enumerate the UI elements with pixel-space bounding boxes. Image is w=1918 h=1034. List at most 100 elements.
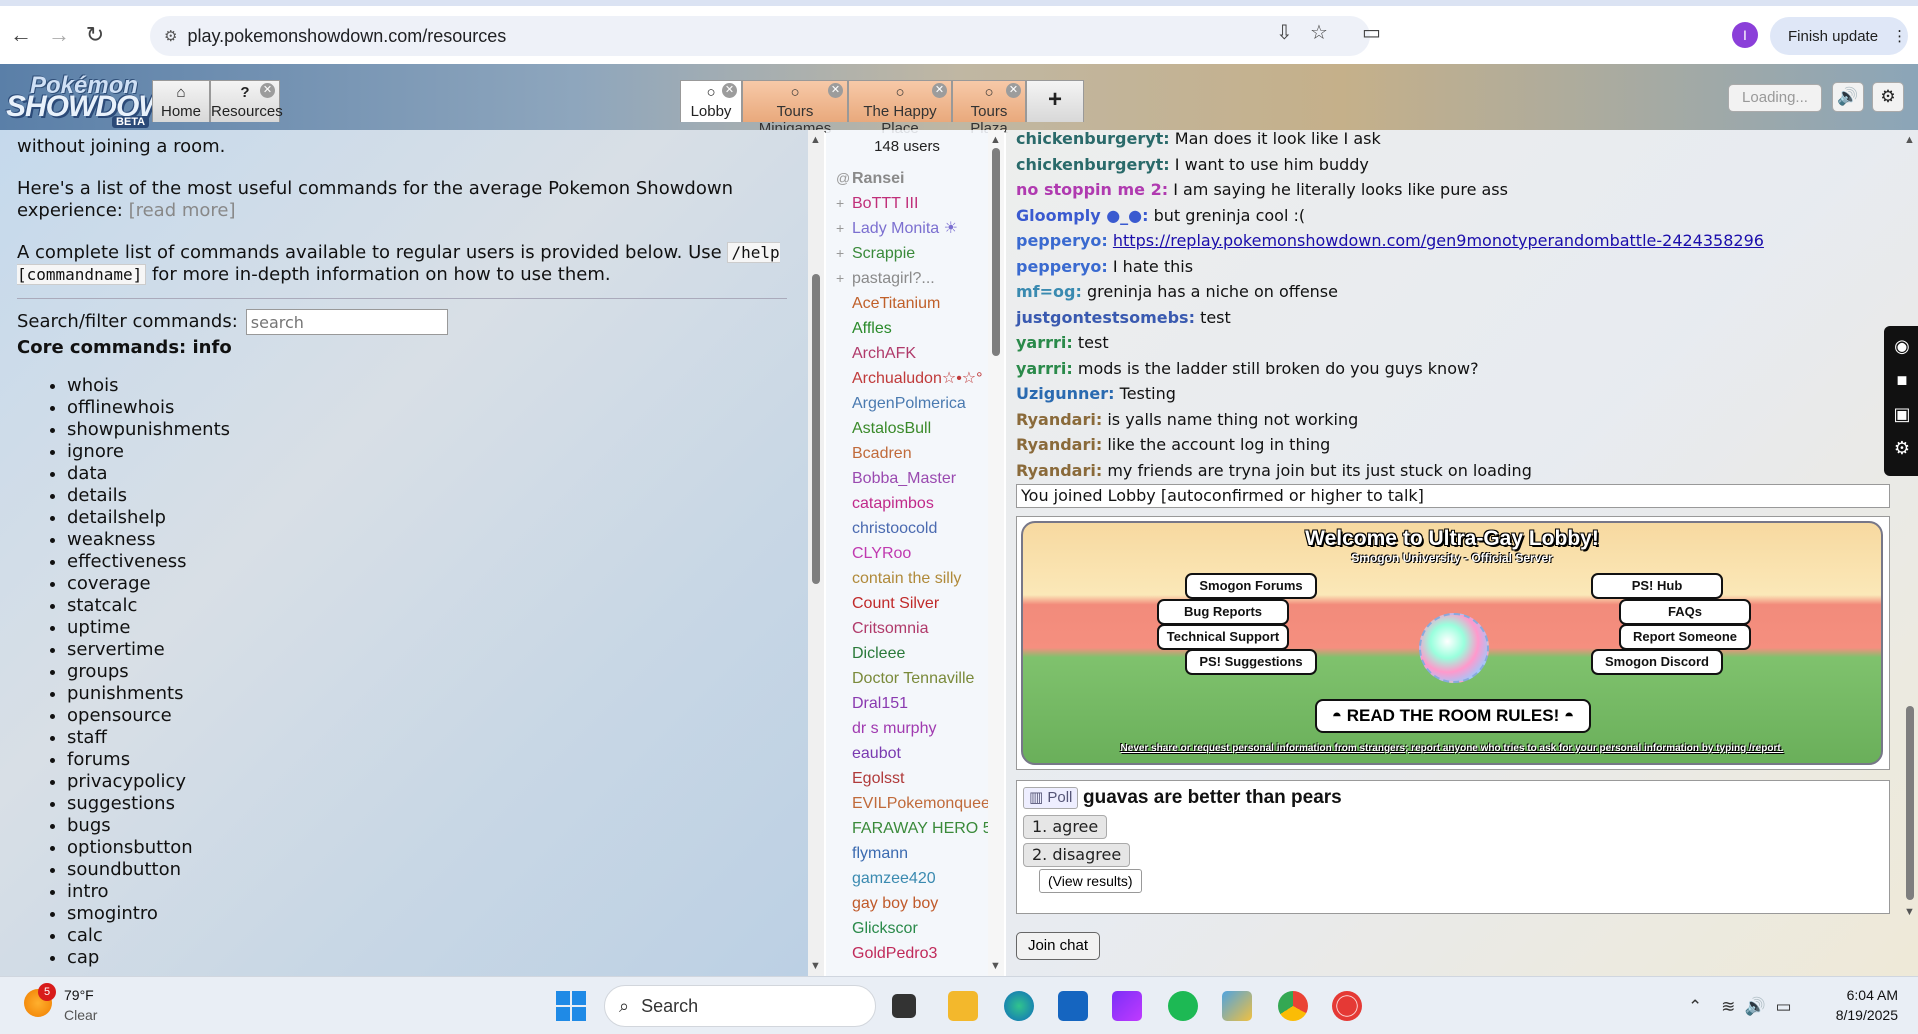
chat-username[interactable]: chickenburgeryt: (1016, 130, 1170, 148)
add-room-button[interactable]: + (1026, 80, 1084, 122)
smogon-discord-button[interactable]: Smogon Discord (1591, 649, 1723, 675)
list-item[interactable]: detailshelp (67, 507, 787, 529)
spotify-icon[interactable] (1168, 991, 1198, 1021)
user-list-item[interactable]: + pastagirl?... (836, 266, 988, 291)
list-item[interactable]: weakness (67, 529, 787, 551)
paint-icon[interactable] (1222, 991, 1252, 1021)
user-list-item[interactable]: dr s murphy (836, 716, 988, 741)
settings-gear-icon[interactable]: ⚙ (1890, 438, 1914, 459)
file-explorer-icon[interactable] (948, 991, 978, 1021)
ps-suggestions-button[interactable]: PS! Suggestions (1185, 649, 1317, 675)
list-item[interactable]: privacypolicy (67, 771, 787, 793)
room-rules-button[interactable]: ◓ READ THE ROOM RULES! ◓ (1315, 699, 1591, 733)
list-item[interactable]: groups (67, 661, 787, 683)
chat-username[interactable]: yarrri: (1016, 333, 1073, 352)
report-someone-button[interactable]: Report Someone (1619, 624, 1751, 650)
userlist-scrollbar[interactable]: ▲ ▼ (988, 130, 1004, 976)
user-list-item[interactable]: Doctor Tennaville (836, 666, 988, 691)
list-item[interactable]: intro (67, 881, 787, 903)
chat-username[interactable]: pepperyo: (1016, 257, 1108, 276)
read-more-link[interactable]: [read more] (129, 200, 236, 221)
list-item[interactable]: smogintro (67, 903, 787, 925)
resources-scrollbar[interactable]: ▲ ▼ (808, 130, 824, 976)
tab-tours-plaza[interactable]: ○ Tours Plaza ✕ (952, 80, 1026, 137)
list-item[interactable]: uptime (67, 617, 787, 639)
tab-happy-place[interactable]: ○ The Happy Place ✕ (848, 80, 952, 137)
install-app-icon[interactable]: ⇩ (1276, 20, 1293, 45)
user-list-item[interactable]: flymann (836, 841, 988, 866)
list-item[interactable]: punishments (67, 683, 787, 705)
scroll-down-icon[interactable]: ▼ (810, 960, 821, 972)
user-list-item[interactable]: Count Silver (836, 591, 988, 616)
close-icon[interactable]: ✕ (260, 83, 275, 98)
user-list-item[interactable]: Bobba_Master (836, 466, 988, 491)
reload-icon[interactable]: ↻ (78, 18, 112, 52)
poll-option-agree[interactable]: 1. agree (1023, 815, 1108, 839)
faqs-button[interactable]: FAQs (1619, 599, 1751, 625)
volume-icon[interactable]: 🔊 (1745, 997, 1766, 1016)
scroll-thumb[interactable] (992, 148, 1000, 356)
close-icon[interactable]: ✕ (932, 83, 947, 98)
tab-lobby[interactable]: ○ Lobby ✕ (680, 80, 742, 122)
list-item[interactable]: details (67, 485, 787, 507)
list-item[interactable]: suggestions (67, 793, 787, 815)
clock-time[interactable]: 6:04 AM (1836, 987, 1898, 1003)
chat-username[interactable]: chickenburgeryt: (1016, 155, 1170, 174)
battery-icon[interactable]: ▭ (1775, 997, 1791, 1016)
user-list-item[interactable]: Dral151 (836, 691, 988, 716)
cast-icon[interactable]: ▭ (1362, 20, 1381, 45)
list-item[interactable]: calc (67, 925, 787, 947)
chat-username[interactable]: Gloomply ●_●: (1016, 206, 1149, 225)
close-icon[interactable]: ✕ (1006, 83, 1021, 98)
user-list-item[interactable]: Critsomnia (836, 616, 988, 641)
list-item[interactable]: coverage (67, 573, 787, 595)
user-list-item[interactable]: EVILPokemonqueen (836, 791, 988, 816)
video-icon[interactable]: ■ (1890, 370, 1914, 391)
scroll-down-icon[interactable]: ▼ (990, 960, 1001, 972)
user-list-item[interactable]: AstalosBull (836, 416, 988, 441)
system-tray[interactable]: ⌃ ≋ 🔊 ▭ (1688, 997, 1792, 1017)
bookmark-star-icon[interactable]: ☆ (1310, 20, 1328, 45)
scroll-up-icon[interactable]: ▲ (990, 134, 1001, 146)
list-item[interactable]: soundbutton (67, 859, 787, 881)
user-list-item[interactable]: + Scrappie (836, 241, 988, 266)
smogon-forums-button[interactable]: Smogon Forums (1185, 573, 1317, 599)
list-item[interactable]: servertime (67, 639, 787, 661)
chat-username[interactable]: Ryandari: (1016, 461, 1102, 480)
close-icon[interactable]: ✕ (828, 83, 843, 98)
record-icon[interactable] (1332, 991, 1362, 1021)
list-item[interactable]: opensource (67, 705, 787, 727)
user-list-item[interactable]: + BoTTT III (836, 191, 988, 216)
list-item[interactable]: optionsbutton (67, 837, 787, 859)
user-list-item[interactable]: GoldPedro3 (836, 941, 988, 966)
user-list-item[interactable]: eaubot (836, 741, 988, 766)
user-list-item[interactable]: AceTitanium (836, 291, 988, 316)
profile-avatar[interactable]: I (1732, 22, 1758, 48)
user-list-item[interactable]: CLYRoo (836, 541, 988, 566)
weather-condition[interactable]: Clear (64, 1007, 97, 1023)
list-item[interactable]: staff (67, 727, 787, 749)
user-list-item[interactable]: ArchAFK (836, 341, 988, 366)
taskbar-search[interactable]: ⌕ Search (604, 985, 876, 1027)
back-icon[interactable]: ← (4, 18, 38, 52)
scroll-up-icon[interactable]: ▲ (810, 134, 821, 146)
chat-username[interactable]: justgontestsomebs: (1016, 308, 1195, 327)
user-list-item[interactable]: FARAWAY HERO 5 (836, 816, 988, 841)
finish-update-button[interactable]: Finish update ⋮ (1770, 17, 1908, 55)
chat-username[interactable]: Ryandari: (1016, 435, 1102, 454)
user-list-item[interactable]: catapimbos (836, 491, 988, 516)
user-list-item[interactable]: Egolsst (836, 766, 988, 791)
list-item[interactable]: showpunishments (67, 419, 787, 441)
tab-tours-minigames[interactable]: ○ Tours Minigames ✕ (742, 80, 848, 137)
clipchamp-icon[interactable] (1112, 991, 1142, 1021)
url-text[interactable]: play.pokemonshowdown.com/resources (187, 26, 506, 47)
user-list-item[interactable]: Glickscor (836, 916, 988, 941)
chat-scrollbar[interactable]: ▲ ▼ (1902, 130, 1918, 930)
tab-home[interactable]: ⌂ Home (152, 80, 210, 122)
view-results-button[interactable]: (View results) (1039, 869, 1142, 893)
login-loading-button[interactable]: Loading... (1728, 84, 1822, 112)
sound-icon[interactable]: 🔊 (1832, 82, 1864, 112)
close-icon[interactable]: ✕ (722, 83, 737, 98)
user-list-item[interactable]: + Lady Monita ☀ (836, 216, 988, 241)
user-list-item[interactable]: contain the silly (836, 566, 988, 591)
